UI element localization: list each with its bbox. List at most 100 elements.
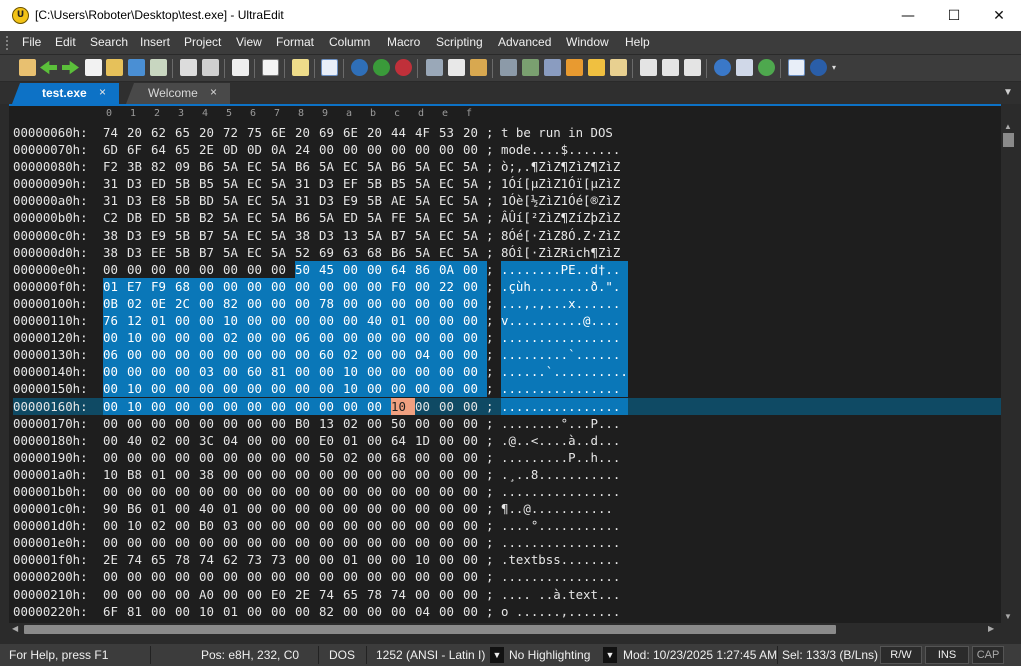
hex-byte[interactable]: 00 [103, 483, 127, 500]
hex-byte[interactable]: 00 [295, 380, 319, 398]
hex-byte[interactable]: 62 [151, 124, 175, 141]
vertical-scrollbar[interactable] [1001, 121, 1017, 623]
hex-byte[interactable]: 00 [151, 449, 175, 466]
ascii-text[interactable]: .........P..h... [501, 449, 628, 466]
hex-byte[interactable]: 5A [367, 209, 391, 226]
scroll-right-icon[interactable]: ▶ [988, 624, 994, 633]
hex-byte[interactable]: 00 [343, 141, 367, 158]
hex-byte[interactable]: EC [247, 158, 271, 175]
hex-byte[interactable]: 00 [151, 415, 175, 432]
hex-byte[interactable]: 2E [295, 586, 319, 603]
hex-byte[interactable]: 00 [463, 500, 487, 517]
ascii-text[interactable]: ....°........... [501, 517, 628, 534]
hex-byte[interactable]: 00 [367, 294, 391, 312]
hex-byte[interactable]: 00 [343, 312, 367, 330]
hex-row[interactable]: 00000060h: 74 20 62 65 20 72 75 6E 20 69 6E 20 44 4F 53… [13, 124, 1001, 141]
hex-byte[interactable]: 00 [295, 397, 319, 415]
hex-byte[interactable]: F9 [151, 277, 175, 295]
hex-byte[interactable]: B6 [199, 158, 223, 175]
ascii-text[interactable]: t be run in DOS [501, 124, 628, 141]
hex-byte[interactable]: 00 [199, 449, 223, 466]
hex-byte[interactable]: 00 [151, 380, 175, 398]
hex-byte[interactable]: F2 [103, 158, 127, 175]
hex-byte[interactable]: 65 [175, 124, 199, 141]
hex-byte[interactable]: B5 [199, 175, 223, 192]
hex-byte[interactable]: 00 [175, 500, 199, 517]
hex-byte[interactable]: 5A [463, 227, 487, 244]
hex-byte[interactable]: 00 [391, 500, 415, 517]
hex-row[interactable]: 00000130h: 06 00 00 00 00 00 00 00 00 60 02 00 00 04 00… [13, 346, 1001, 364]
hex-byte[interactable]: B5 [391, 175, 415, 192]
hex-byte[interactable]: 02 [127, 294, 151, 312]
hex-byte[interactable]: D3 [127, 175, 151, 192]
hex-byte[interactable]: EC [247, 209, 271, 226]
hex-row[interactable]: 00000080h: F2 3B 82 09 B6 5A EC 5A B6 5A EC 5A B6 5A EC… [13, 158, 1001, 175]
clipboard-icon[interactable] [610, 59, 627, 76]
hex-byte[interactable]: 00 [319, 568, 343, 585]
hex-byte[interactable]: 00 [391, 346, 415, 364]
hex-byte[interactable]: 01 [391, 312, 415, 330]
hex-row[interactable]: 00000210h: 00 00 00 00 A0 00 00 E0 2E 74 65 78 74 00 00… [13, 586, 1001, 603]
hex-byte[interactable]: D3 [127, 192, 151, 209]
save-all-icon[interactable] [150, 59, 167, 76]
hex-byte[interactable]: B6 [391, 158, 415, 175]
ascii-text[interactable]: ................ [501, 534, 628, 551]
ascii-text[interactable]: 1Óí[µZìZ1Óï[µZìZ [501, 175, 628, 192]
hex-byte[interactable]: 68 [367, 244, 391, 261]
hex-byte[interactable]: 00 [127, 363, 151, 381]
hex-byte[interactable]: 00 [151, 603, 175, 620]
hex-byte[interactable]: 00 [247, 466, 271, 483]
hex-byte[interactable]: 04 [415, 346, 439, 364]
hex-byte[interactable]: 00 [439, 141, 463, 158]
open-file-icon[interactable] [106, 59, 123, 76]
hex-byte[interactable]: 01 [343, 432, 367, 449]
hex-byte[interactable]: 00 [271, 346, 295, 364]
hex-byte[interactable]: 00 [367, 329, 391, 347]
hex-byte[interactable]: 38 [103, 227, 127, 244]
hex-byte[interactable]: 00 [391, 141, 415, 158]
hex-byte[interactable]: 68 [175, 277, 199, 295]
hex-byte[interactable]: 0D [223, 141, 247, 158]
hex-byte[interactable]: 00 [103, 432, 127, 449]
hex-row[interactable]: 000001f0h: 2E 74 65 78 74 62 73 73 00 00 01 00 00 10 00… [13, 551, 1001, 568]
hex-byte[interactable]: 40 [199, 500, 223, 517]
hex-byte[interactable]: 00 [271, 500, 295, 517]
hex-byte[interactable]: 00 [295, 483, 319, 500]
hex-byte[interactable]: 00 [343, 500, 367, 517]
hex-byte[interactable]: B0 [295, 415, 319, 432]
tab-list-dropdown-icon[interactable]: ▼ [1003, 87, 1013, 98]
hex-byte[interactable]: 00 [367, 449, 391, 466]
hex-byte[interactable]: 00 [343, 517, 367, 534]
hex-byte[interactable]: 00 [271, 449, 295, 466]
hex-byte[interactable]: 00 [367, 415, 391, 432]
ascii-text[interactable]: ................ [501, 397, 628, 415]
hex-byte[interactable]: 20 [295, 124, 319, 141]
hex-byte[interactable]: 44 [391, 124, 415, 141]
hex-byte[interactable]: 00 [271, 534, 295, 551]
hex-byte[interactable]: 5A [319, 209, 343, 226]
hex-byte[interactable]: 00 [343, 294, 367, 312]
hex-byte[interactable]: 00 [367, 568, 391, 585]
hex-byte[interactable]: 5A [271, 227, 295, 244]
hex-row[interactable]: 000000b0h: C2 DB ED 5B B2 5A EC 5A B6 5A ED 5A FE 5A EC… [13, 209, 1001, 226]
hex-byte[interactable]: 01 [151, 312, 175, 330]
hex-byte[interactable]: 00 [175, 449, 199, 466]
hex-byte[interactable]: 20 [199, 124, 223, 141]
hex-byte[interactable]: 00 [319, 466, 343, 483]
hex-byte[interactable]: 31 [295, 192, 319, 209]
hex-byte[interactable]: 00 [439, 551, 463, 568]
save-icon[interactable] [128, 59, 145, 76]
hex-byte[interactable]: 5A [319, 158, 343, 175]
hex-byte[interactable]: EC [247, 192, 271, 209]
hex-byte[interactable]: D3 [127, 227, 151, 244]
hex-byte[interactable]: 00 [415, 141, 439, 158]
hex-byte[interactable]: 20 [127, 124, 151, 141]
ascii-text[interactable]: ........°...P... [501, 415, 628, 432]
hex-byte[interactable]: 00 [463, 534, 487, 551]
hex-byte[interactable]: 6E [343, 124, 367, 141]
hex-byte[interactable]: 5B [367, 192, 391, 209]
hex-byte[interactable]: B2 [199, 209, 223, 226]
hex-row[interactable]: 00000120h: 00 10 00 00 00 02 00 00 06 00 00 00 00 00 00… [13, 329, 1001, 347]
hex-byte[interactable]: 00 [343, 277, 367, 295]
hex-byte[interactable]: 00 [271, 261, 295, 278]
